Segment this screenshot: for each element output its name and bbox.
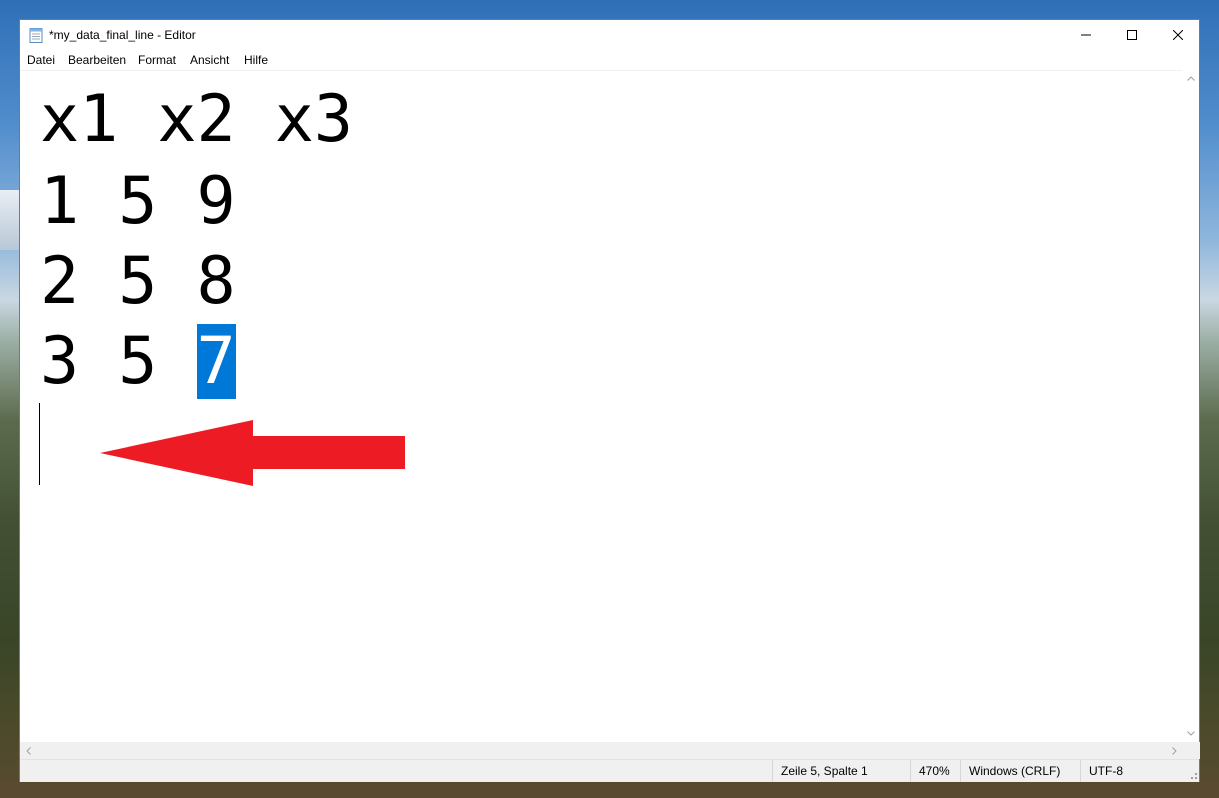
text-caret xyxy=(39,403,40,485)
menu-ansicht[interactable]: Ansicht xyxy=(190,53,229,67)
menu-bearbeiten[interactable]: Bearbeiten xyxy=(68,53,126,67)
text-area[interactable]: x1 x2 x3 1 5 9 2 5 8 3 5 7 xyxy=(20,70,1183,743)
text-line-content: 2 5 8 xyxy=(40,244,236,319)
menu-datei[interactable]: Datei xyxy=(27,53,55,67)
chevron-right-icon xyxy=(1172,746,1177,755)
text-line-content: 1 5 9 xyxy=(40,164,236,239)
notepad-icon xyxy=(29,28,43,43)
editor-window: *my_data_final_line - Editor Datei Bearb… xyxy=(19,19,1200,782)
text-line: x1 x2 x3 xyxy=(40,79,353,161)
horizontal-scrollbar[interactable] xyxy=(20,742,1183,759)
status-bar: Zeile 5, Spalte 1 470% Windows (CRLF) UT… xyxy=(20,759,1199,782)
close-icon xyxy=(1173,29,1183,40)
scroll-down-button[interactable] xyxy=(1182,725,1199,742)
title-bar[interactable]: *my_data_final_line - Editor xyxy=(20,20,1199,50)
selected-text: 7 xyxy=(196,324,236,399)
maximize-button[interactable] xyxy=(1109,20,1155,49)
text-line: 2 5 8 xyxy=(40,241,236,323)
scroll-right-button[interactable] xyxy=(1166,742,1183,759)
status-line-ending: Windows (CRLF) xyxy=(960,760,1080,782)
menu-hilfe[interactable]: Hilfe xyxy=(244,53,268,67)
status-encoding: UTF-8 xyxy=(1080,760,1180,782)
scroll-up-button[interactable] xyxy=(1182,70,1199,87)
close-button[interactable] xyxy=(1155,20,1201,49)
chevron-up-icon xyxy=(1186,76,1195,81)
vertical-scrollbar[interactable] xyxy=(1182,70,1199,742)
text-line: 1 5 9 xyxy=(40,161,236,243)
text-line-content: x1 x2 x3 xyxy=(40,82,354,157)
window-title: *my_data_final_line - Editor xyxy=(49,28,196,42)
red-arrow-annotation xyxy=(100,420,405,486)
text-line: 3 5 7 xyxy=(40,321,236,403)
chevron-down-icon xyxy=(1186,731,1195,736)
chevron-left-icon xyxy=(26,746,31,755)
maximize-icon xyxy=(1127,29,1137,40)
minimize-button[interactable] xyxy=(1063,20,1109,49)
menu-bar: Datei Bearbeiten Format Ansicht Hilfe xyxy=(20,50,1199,70)
minimize-icon xyxy=(1081,34,1091,35)
resize-grip-icon[interactable] xyxy=(1186,768,1198,780)
scroll-left-button[interactable] xyxy=(20,742,37,759)
scrollbar-corner xyxy=(1183,742,1200,759)
status-zoom: 470% xyxy=(910,760,960,782)
status-cursor-position: Zeile 5, Spalte 1 xyxy=(772,760,910,782)
menu-format[interactable]: Format xyxy=(138,53,176,67)
text-line-content: 3 5 xyxy=(40,324,197,399)
